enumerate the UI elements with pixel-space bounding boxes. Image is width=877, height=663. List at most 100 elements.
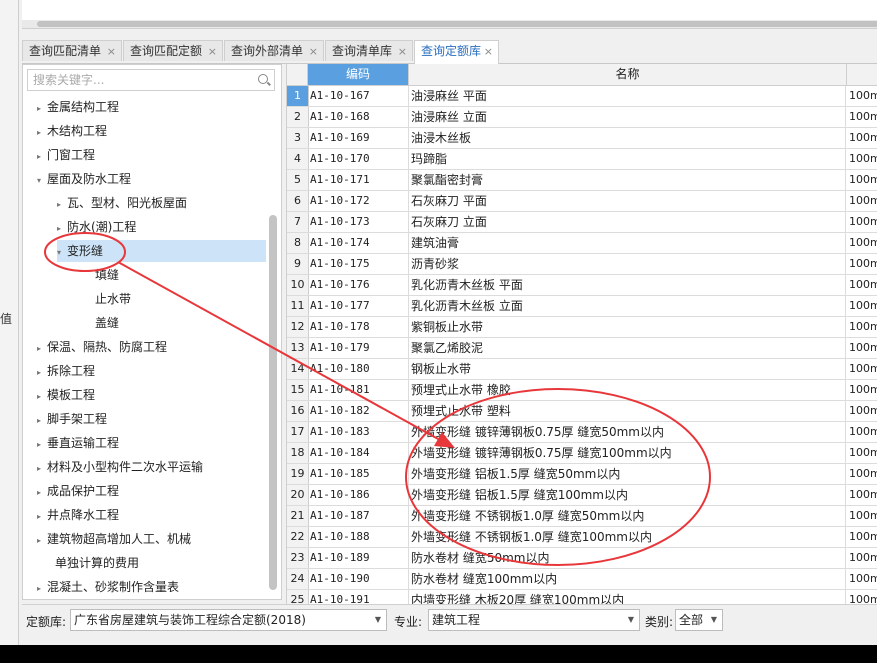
caret-right-icon[interactable]: ▸	[37, 98, 47, 120]
row-number: 15	[287, 380, 309, 400]
tab-query-quota-library[interactable]: 查询定额库 ×	[414, 40, 499, 64]
scrollbar-thumb[interactable]	[37, 21, 877, 27]
caret-right-icon[interactable]: ▸	[37, 578, 47, 600]
table-row[interactable]: 20A1-10-186外墙变形缝 铝板1.5厚 缝宽100mm以内100m	[287, 485, 877, 506]
caret-right-icon[interactable]: ▸	[57, 194, 67, 216]
row-number: 18	[287, 443, 309, 463]
major-label: 专业:	[394, 615, 423, 629]
tab-query-external-list[interactable]: 查询外部清单 ×	[224, 40, 324, 61]
quota-name-cell: 聚氯乙烯胶泥	[409, 338, 846, 358]
tree-item-label: 垂直运输工程	[47, 436, 120, 450]
tree-item[interactable]: ▸ 金属结构工程	[37, 96, 119, 118]
close-icon[interactable]: ×	[309, 41, 318, 62]
table-row[interactable]: 2A1-10-168油浸麻丝 立面100m	[287, 107, 877, 128]
table-row[interactable]: 23A1-10-189防水卷材 缝宽50mm以内100m	[287, 548, 877, 569]
tree-item[interactable]: 填缝	[85, 264, 119, 286]
unit-cell: 100m	[849, 257, 877, 270]
category-select[interactable]: 全部 ▼	[675, 609, 723, 631]
row-number: 17	[287, 422, 309, 442]
table-row[interactable]: 13A1-10-179聚氯乙烯胶泥100m	[287, 338, 877, 359]
tab-query-match-quota[interactable]: 查询匹配定额 ×	[123, 40, 223, 61]
table-row[interactable]: 9A1-10-175沥青砂浆100m	[287, 254, 877, 275]
caret-right-icon[interactable]: ▸	[37, 482, 47, 504]
tree-scrollbar-thumb[interactable]	[269, 215, 277, 590]
tree-item[interactable]: 盖缝	[85, 312, 119, 334]
tab-query-list-library[interactable]: 查询清单库 ×	[325, 40, 413, 61]
caret-right-icon[interactable]: ▸	[37, 146, 47, 168]
table-row[interactable]: 6A1-10-172石灰麻刀 平面100m	[287, 191, 877, 212]
caret-right-icon[interactable]: ▸	[37, 122, 47, 144]
close-icon[interactable]: ×	[107, 41, 116, 62]
caret-right-icon[interactable]: ▸	[37, 410, 47, 432]
tree-item-label: 井点降水工程	[47, 508, 120, 522]
code-column-header[interactable]: 编码	[308, 64, 409, 85]
table-row[interactable]: 11A1-10-177乳化沥青木丝板 立面100m	[287, 296, 877, 317]
table-row[interactable]: 21A1-10-187外墙变形缝 不锈钢板1.0厚 缝宽50mm以内100m	[287, 506, 877, 527]
table-row[interactable]: 19A1-10-185外墙变形缝 铝板1.5厚 缝宽50mm以内100m	[287, 464, 877, 485]
tree-item[interactable]: ▸ 脚手架工程	[37, 408, 107, 430]
tree-item-label: 混凝土、砂浆制作含量表	[47, 580, 180, 594]
name-column-header[interactable]: 名称	[409, 64, 847, 85]
tree-item[interactable]: ▸ 垂直运输工程	[37, 432, 119, 454]
tree-item[interactable]: ▸ 防水(潮)工程	[57, 216, 136, 238]
table-row[interactable]: 8A1-10-174建筑油膏100m	[287, 233, 877, 254]
table-row[interactable]: 14A1-10-180钢板止水带100m	[287, 359, 877, 380]
table-row[interactable]: 5A1-10-171聚氯酯密封膏100m	[287, 170, 877, 191]
unit-cell: 100m	[849, 320, 877, 333]
tree-item[interactable]: 止水带	[85, 288, 131, 310]
table-row[interactable]: 1A1-10-167油浸麻丝 平面100m	[287, 86, 877, 107]
quota-library-select[interactable]: 广东省房屋建筑与装饰工程综合定额(2018) ▼	[70, 609, 387, 631]
tree-item[interactable]: ▾ 变形缝	[57, 240, 266, 262]
tree-item[interactable]: ▸ 拆除工程	[37, 360, 95, 382]
chevron-down-icon: ▼	[374, 615, 381, 624]
tree-item[interactable]: ▸ 材料及小型构件二次水平运输	[37, 456, 203, 478]
tree-item[interactable]: ▸ 混凝土、砂浆制作含量表	[37, 576, 179, 598]
major-select[interactable]: 建筑工程 ▼	[428, 609, 640, 631]
close-icon[interactable]: ×	[208, 41, 217, 62]
table-row[interactable]: 3A1-10-169油浸木丝板100m	[287, 128, 877, 149]
quota-name-cell: 玛蹄脂	[409, 149, 846, 169]
row-number: 21	[287, 506, 309, 526]
caret-right-icon[interactable]: ▸	[37, 362, 47, 384]
tree-item[interactable]: ▸ 井点降水工程	[37, 504, 119, 526]
tree-item[interactable]: ▸ 瓦、型材、阳光板屋面	[57, 192, 187, 214]
tree-item[interactable]: ▸ 木结构工程	[37, 120, 107, 142]
tree-item[interactable]: ▸ 模板工程	[37, 384, 95, 406]
tree-item[interactable]: ▸ 保温、隔热、防腐工程	[37, 336, 167, 358]
table-row[interactable]: 24A1-10-190防水卷材 缝宽100mm以内100m	[287, 569, 877, 590]
search-icon[interactable]	[258, 74, 268, 84]
caret-right-icon[interactable]: ▸	[37, 386, 47, 408]
table-row[interactable]: 12A1-10-178紫铜板止水带100m	[287, 317, 877, 338]
quota-code-cell: A1-10-179	[308, 338, 409, 358]
caret-down-icon[interactable]: ▾	[57, 242, 67, 264]
tree-item[interactable]: ▸ 建筑物超高增加人工、机械	[37, 528, 191, 550]
close-icon[interactable]: ×	[484, 41, 493, 62]
caret-down-icon[interactable]: ▾	[37, 170, 47, 192]
caret-right-icon[interactable]: ▸	[37, 338, 47, 360]
table-row[interactable]: 10A1-10-176乳化沥青木丝板 平面100m	[287, 275, 877, 296]
close-icon[interactable]: ×	[398, 41, 407, 62]
table-row[interactable]: 7A1-10-173石灰麻刀 立面100m	[287, 212, 877, 233]
caret-right-icon[interactable]: ▸	[37, 458, 47, 480]
caret-right-icon[interactable]: ▸	[37, 530, 47, 552]
table-row[interactable]: 15A1-10-181预埋式止水带 橡胶100m	[287, 380, 877, 401]
horizontal-scrollbar[interactable]	[22, 20, 877, 28]
tree-item[interactable]: ▾ 屋面及防水工程	[37, 168, 131, 190]
unit-column-header[interactable]	[847, 64, 877, 85]
table-row[interactable]: 16A1-10-182预埋式止水带 塑料100m	[287, 401, 877, 422]
caret-right-icon[interactable]: ▸	[37, 434, 47, 456]
table-row[interactable]: 25A1-10-191内墙变形缝 木板20厚 缝宽100mm以内100m	[287, 590, 877, 604]
tree-item[interactable]: ▸ 成品保护工程	[37, 480, 119, 502]
quota-code-cell: A1-10-168	[308, 107, 409, 127]
table-row[interactable]: 17A1-10-183外墙变形缝 镀锌薄钢板0.75厚 缝宽50mm以内100m	[287, 422, 877, 443]
tree-item[interactable]: 单独计算的费用	[45, 552, 139, 574]
tree-item-label: 脚手架工程	[47, 412, 108, 426]
caret-right-icon[interactable]: ▸	[37, 506, 47, 528]
tab-query-match-list[interactable]: 查询匹配清单 ×	[22, 40, 122, 61]
table-row[interactable]: 22A1-10-188外墙变形缝 不锈钢板1.0厚 缝宽100mm以内100m	[287, 527, 877, 548]
search-input[interactable]	[31, 70, 255, 90]
table-row[interactable]: 18 A1-10-184 外墙变形缝 镀锌薄钢板0.75厚 缝宽100mm以内 100…	[287, 443, 877, 464]
tree-item[interactable]: ▸ 门窗工程	[37, 144, 95, 166]
table-row[interactable]: 4A1-10-170玛蹄脂100m	[287, 149, 877, 170]
caret-right-icon[interactable]: ▸	[57, 218, 67, 240]
